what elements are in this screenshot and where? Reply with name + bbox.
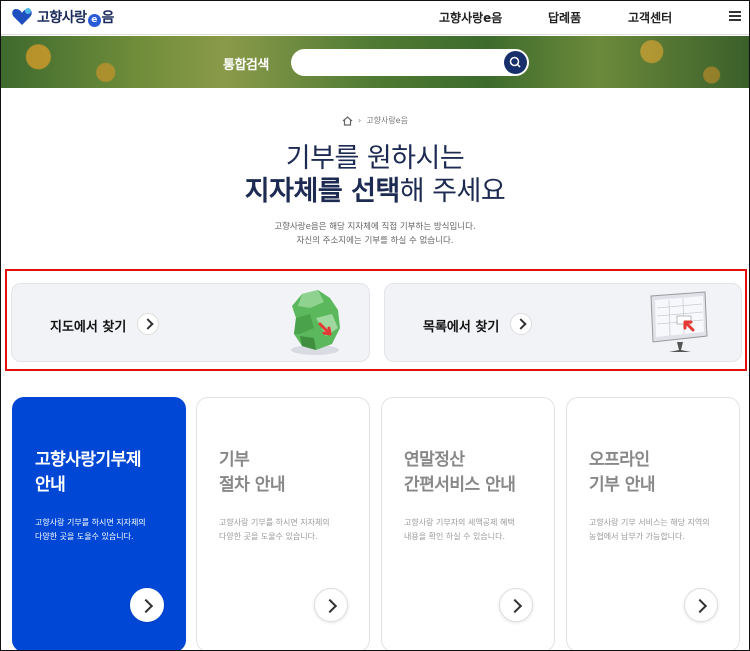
chevron-right-icon[interactable] — [510, 313, 532, 335]
hamburger-menu-icon[interactable] — [729, 11, 741, 21]
nav-item-support[interactable]: 고객센터 — [628, 9, 672, 26]
card-text: 고향사랑 기부를 하시면 지자체의 다양한 곳을 도울수 있습니다. — [35, 518, 146, 541]
page: 고향사랑 e 음 고향사랑e음 답례품 고객센터 통합검색 › 고향사랑e음 기… — [0, 0, 750, 651]
search-button[interactable] — [504, 51, 527, 74]
breadcrumb-separator: › — [358, 116, 362, 125]
monitor-list-icon — [650, 291, 708, 352]
card-donation-process[interactable]: 기부 절차 안내 고향사랑 기부를 하시면 지자체의 다양한 곳을 도울수 있습… — [196, 397, 370, 650]
card-title: 고향사랑기부제 안내 — [35, 450, 141, 495]
search-label: 통합검색 — [223, 58, 269, 73]
card-offline-donation[interactable]: 오프라인 기부 안내 고향사랑 기부 서비스는 해당 지역의 농협에서 납부가 … — [566, 397, 740, 650]
card-text: 고향사랑 기부자의 세액공제 혜택 내용을 확인 하실 수 있습니다. — [404, 518, 515, 541]
search-icon — [509, 56, 521, 68]
breadcrumb-current: 고향사랑e음 — [366, 116, 408, 125]
find-by-list-card[interactable]: 목록에서 찾기 — [384, 283, 742, 362]
chevron-right-icon[interactable] — [137, 313, 159, 335]
korea-map-icon — [291, 290, 340, 355]
description-line1: 고향사랑e음은 해당 지자체에 직접 기부하는 방식입니다. — [274, 222, 476, 232]
description-line2: 자신의 주소지에는 기부를 하실 수 없습니다. — [296, 236, 454, 246]
find-by-list-label: 목록에서 찾기 — [423, 320, 500, 335]
find-by-map-card[interactable]: 지도에서 찾기 — [11, 283, 370, 362]
title-bold-select: 선택 — [351, 176, 400, 207]
page-title-line2: 지자체를 선택해 주세요 — [1, 169, 749, 208]
chevron-right-icon[interactable] — [130, 588, 164, 622]
chevron-right-icon[interactable] — [314, 588, 348, 622]
card-gohyang-info[interactable]: 고향사랑기부제 안내 고향사랑 기부를 하시면 지자체의 다양한 곳을 도울수 … — [12, 397, 186, 650]
card-text: 고향사랑 기부 서비스는 해당 지역의 농협에서 납부가 가능합니다. — [589, 518, 710, 541]
breadcrumb: › 고향사랑e음 — [1, 115, 749, 126]
search-banner: 통합검색 — [1, 36, 749, 88]
card-text: 고향사랑 기부를 하시면 지자체의 다양한 곳을 도울수 있습니다. — [219, 518, 330, 541]
chevron-right-icon[interactable] — [684, 588, 718, 622]
nav-item-gohyang[interactable]: 고향사랑e음 — [439, 9, 502, 26]
card-title: 기부 절차 안내 — [219, 450, 285, 495]
title-particle: 를 — [317, 176, 352, 207]
card-tax-settlement[interactable]: 연말정산 간편서비스 안내 고향사랑 기부자의 세액공제 혜택 내용을 확인 하… — [381, 397, 555, 650]
page-description: 고향사랑e음은 해당 지자체에 직접 기부하는 방식입니다. 자신의 주소지에는… — [1, 220, 749, 248]
card-title: 연말정산 간편서비스 안내 — [404, 450, 516, 495]
main-nav: 고향사랑e음 답례품 고객센터 — [1, 9, 749, 27]
nav-item-gifts[interactable]: 답례품 — [548, 9, 581, 26]
find-by-map-label: 지도에서 찾기 — [50, 320, 127, 335]
title-bold-region: 지자체 — [244, 176, 319, 207]
card-title: 오프라인 기부 안내 — [589, 450, 655, 495]
search-input[interactable] — [291, 49, 529, 76]
header: 고향사랑 e 음 고향사랑e음 답례품 고객센터 — [1, 1, 749, 35]
title-end: 해 주세요 — [399, 176, 506, 207]
home-icon[interactable] — [342, 115, 353, 126]
chevron-right-icon[interactable] — [499, 588, 533, 622]
